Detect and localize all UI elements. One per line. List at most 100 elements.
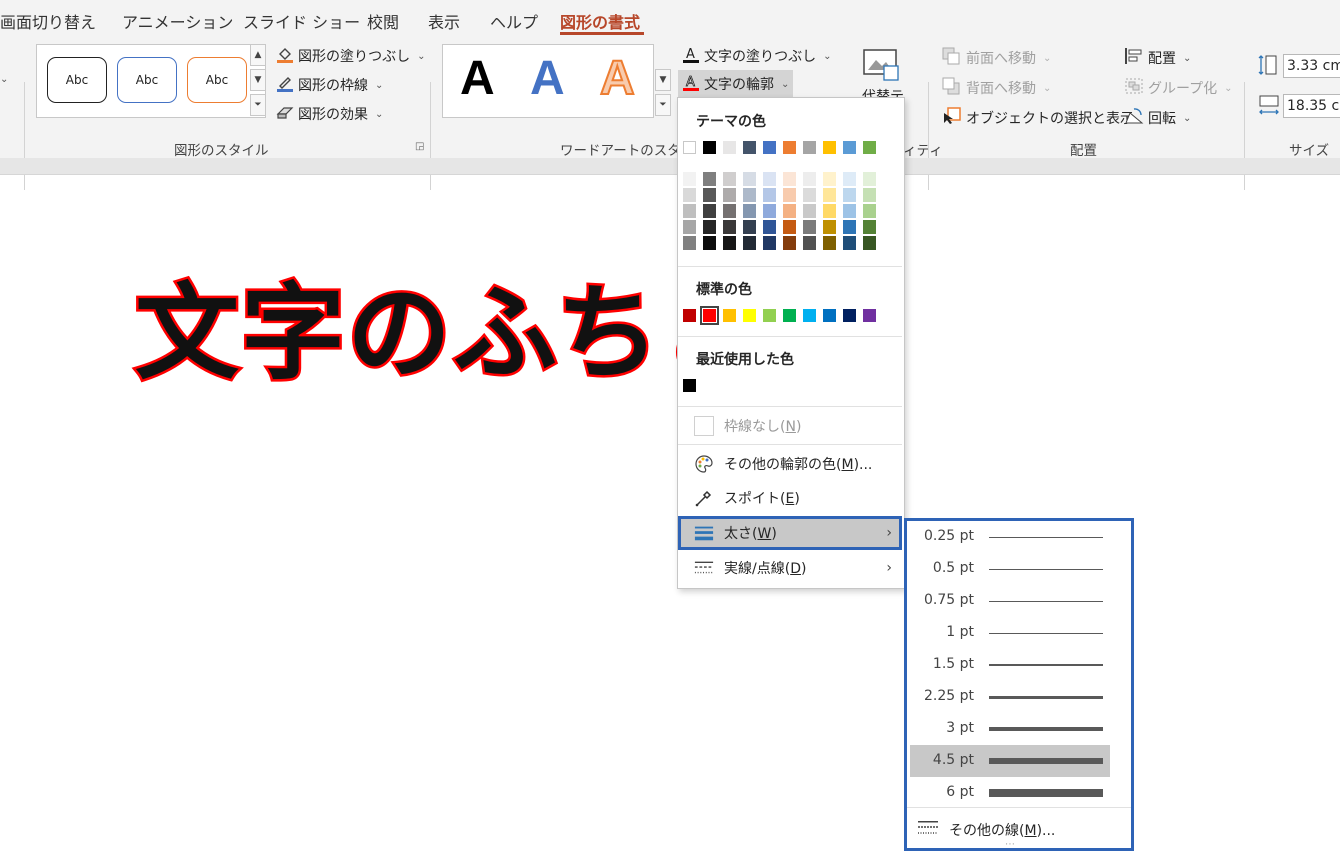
theme-shade-swatch[interactable] bbox=[803, 204, 816, 218]
standard-color-swatch[interactable] bbox=[863, 309, 876, 322]
standard-color-swatch[interactable] bbox=[683, 309, 696, 322]
theme-shade-swatch[interactable] bbox=[803, 188, 816, 202]
theme-shade-swatch[interactable] bbox=[683, 204, 696, 218]
theme-shade-swatch[interactable] bbox=[743, 172, 756, 186]
eyedropper-item[interactable]: スポイト(E) bbox=[678, 482, 902, 514]
theme-color-swatch[interactable] bbox=[743, 141, 756, 154]
theme-shade-swatch[interactable] bbox=[823, 204, 836, 218]
align-button[interactable]: 配置 ⌄ bbox=[1124, 47, 1191, 69]
weight-option[interactable]: 0.25 pt bbox=[910, 521, 1110, 553]
theme-color-swatch[interactable] bbox=[843, 141, 856, 154]
theme-color-swatch[interactable] bbox=[703, 141, 716, 154]
standard-color-swatch[interactable] bbox=[743, 309, 756, 322]
theme-shade-swatch[interactable] bbox=[843, 172, 856, 186]
resize-grip-icon[interactable]: ⋯ bbox=[1005, 839, 1016, 850]
theme-shade-swatch[interactable] bbox=[703, 236, 716, 250]
theme-color-swatch[interactable] bbox=[723, 141, 736, 154]
tab-view[interactable]: 表示 bbox=[428, 9, 460, 33]
theme-shade-swatch[interactable] bbox=[863, 188, 876, 202]
standard-color-swatch[interactable] bbox=[783, 309, 796, 322]
standard-color-swatch[interactable] bbox=[700, 306, 719, 325]
theme-shade-swatch[interactable] bbox=[823, 172, 836, 186]
theme-color-swatch[interactable] bbox=[683, 141, 696, 154]
shape-style-sample-1[interactable]: Abc bbox=[47, 57, 107, 103]
wordart-sample-blue[interactable]: A bbox=[530, 51, 565, 106]
text-fill-button[interactable]: A 文字の塗りつぶし ⌄ bbox=[682, 45, 832, 67]
theme-shade-swatch[interactable] bbox=[823, 188, 836, 202]
standard-color-swatch[interactable] bbox=[763, 309, 776, 322]
gallery-expand-icon[interactable]: ⏷ bbox=[250, 94, 266, 116]
shape-styles-gallery[interactable]: Abc Abc Abc bbox=[36, 44, 266, 118]
shape-height-field[interactable]: 3.33 cm bbox=[1283, 54, 1340, 78]
theme-shade-swatch[interactable] bbox=[743, 204, 756, 218]
text-outline-button[interactable]: A 文字の輪郭 ⌄ bbox=[678, 70, 794, 98]
shape-outline-button[interactable]: 図形の枠線 ⌄ bbox=[276, 74, 383, 96]
gallery-expand-icon[interactable]: ⏷ bbox=[655, 94, 671, 116]
tab-help[interactable]: ヘルプ bbox=[490, 9, 538, 33]
theme-color-swatch[interactable] bbox=[823, 141, 836, 154]
dialog-launcher-icon[interactable]: ◲ bbox=[415, 141, 424, 152]
theme-shade-swatch[interactable] bbox=[803, 236, 816, 250]
theme-shade-swatch[interactable] bbox=[763, 204, 776, 218]
weight-option[interactable]: 1 pt bbox=[910, 617, 1110, 649]
theme-shade-swatch[interactable] bbox=[683, 188, 696, 202]
theme-shade-swatch[interactable] bbox=[703, 204, 716, 218]
slide-wordart-text[interactable]: 文字のふちど bbox=[133, 248, 769, 399]
more-lines-item[interactable]: その他の線(M)... bbox=[917, 817, 1127, 843]
send-backward-button[interactable]: 背面へ移動 ⌄ bbox=[942, 77, 1051, 99]
theme-shade-swatch[interactable] bbox=[863, 236, 876, 250]
theme-shade-swatch[interactable] bbox=[783, 236, 796, 250]
bring-forward-button[interactable]: 前面へ移動 ⌄ bbox=[942, 47, 1051, 69]
tab-slideshow[interactable]: スライド ショー bbox=[243, 9, 360, 33]
theme-shade-swatch[interactable] bbox=[763, 236, 776, 250]
shape-style-sample-3[interactable]: Abc bbox=[187, 57, 247, 103]
shape-width-field[interactable]: 18.35 cm bbox=[1283, 94, 1340, 118]
theme-shade-swatch[interactable] bbox=[823, 236, 836, 250]
theme-shade-swatch[interactable] bbox=[763, 220, 776, 234]
gallery-scroll-down-icon[interactable]: ▼ bbox=[655, 69, 671, 91]
standard-color-swatch[interactable] bbox=[843, 309, 856, 322]
weight-option[interactable]: 0.75 pt bbox=[910, 585, 1110, 617]
weight-option[interactable]: 0.5 pt bbox=[910, 553, 1110, 585]
theme-shade-swatch[interactable] bbox=[843, 220, 856, 234]
weight-item[interactable]: 太さ(W) › bbox=[678, 516, 902, 550]
dashes-item[interactable]: 実線/点線(D) › bbox=[678, 552, 902, 584]
theme-shade-swatch[interactable] bbox=[723, 220, 736, 234]
shape-style-sample-2[interactable]: Abc bbox=[117, 57, 177, 103]
tab-animations[interactable]: アニメーション bbox=[122, 9, 233, 33]
theme-shade-swatch[interactable] bbox=[863, 172, 876, 186]
theme-shade-swatch[interactable] bbox=[723, 236, 736, 250]
weight-option[interactable]: 6 pt bbox=[910, 777, 1110, 809]
weight-option[interactable]: 1.5 pt bbox=[910, 649, 1110, 681]
theme-shade-swatch[interactable] bbox=[703, 220, 716, 234]
shape-fill-button[interactable]: 図形の塗りつぶし ⌄ bbox=[276, 45, 426, 67]
theme-shade-swatch[interactable] bbox=[723, 188, 736, 202]
theme-color-swatch[interactable] bbox=[863, 141, 876, 154]
theme-shade-swatch[interactable] bbox=[863, 204, 876, 218]
standard-color-swatch[interactable] bbox=[803, 309, 816, 322]
wordart-sample-orange-outline[interactable]: A bbox=[599, 51, 636, 106]
theme-shade-swatch[interactable] bbox=[683, 236, 696, 250]
theme-shade-swatch[interactable] bbox=[743, 236, 756, 250]
theme-shade-swatch[interactable] bbox=[763, 188, 776, 202]
recent-color-swatch[interactable] bbox=[683, 379, 696, 392]
theme-shade-swatch[interactable] bbox=[783, 172, 796, 186]
rotate-button[interactable]: 回転 ⌄ bbox=[1124, 107, 1191, 129]
theme-shade-swatch[interactable] bbox=[843, 204, 856, 218]
theme-shade-swatch[interactable] bbox=[683, 220, 696, 234]
theme-shade-swatch[interactable] bbox=[803, 220, 816, 234]
theme-shade-swatch[interactable] bbox=[743, 188, 756, 202]
theme-shade-swatch[interactable] bbox=[783, 220, 796, 234]
theme-shade-swatch[interactable] bbox=[783, 204, 796, 218]
more-outline-colors-item[interactable]: その他の輪郭の色(M)... bbox=[678, 448, 902, 480]
no-outline-item[interactable]: 枠線なし(N) bbox=[678, 410, 902, 442]
theme-color-swatch[interactable] bbox=[803, 141, 816, 154]
theme-shade-swatch[interactable] bbox=[863, 220, 876, 234]
shape-effects-button[interactable]: 図形の効果 ⌄ bbox=[276, 103, 383, 125]
theme-shade-swatch[interactable] bbox=[843, 188, 856, 202]
wordart-sample-black[interactable]: A bbox=[460, 51, 495, 106]
weight-option[interactable]: 4.5 pt bbox=[910, 745, 1110, 777]
theme-shade-swatch[interactable] bbox=[763, 172, 776, 186]
theme-shade-swatch[interactable] bbox=[803, 172, 816, 186]
gallery-scroll-down-icon[interactable]: ▼ bbox=[250, 69, 266, 91]
